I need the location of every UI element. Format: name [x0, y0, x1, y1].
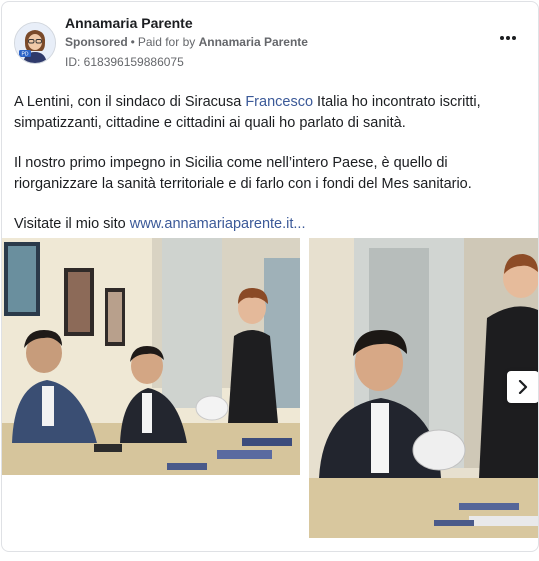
- avatar-image: PD: [15, 23, 55, 63]
- profile-avatar[interactable]: PD: [14, 22, 56, 64]
- mention-link[interactable]: Francesco: [245, 94, 313, 110]
- meeting-photo-1-image: [2, 238, 300, 475]
- meeting-photo-2-image: [309, 238, 538, 538]
- sponsored-line: Sponsored • Paid for by Annamaria Parente: [65, 35, 308, 49]
- website-link[interactable]: www.annamariaparente.it...: [130, 216, 306, 232]
- paragraph-3: Visitate il mio sito www.annamariaparent…: [14, 214, 526, 235]
- meeting-photo-2[interactable]: [309, 238, 538, 538]
- p1-text-start: A Lentini, con il sindaco di Siracusa: [14, 94, 246, 110]
- ad-card: PD Annamaria Parente Sponsored • Paid for …: [1, 1, 539, 552]
- more-horizontal-icon: [500, 36, 516, 40]
- paragraph-1: A Lentini, con il sindaco di Siracusa Fr…: [14, 92, 526, 134]
- meeting-photo-1[interactable]: [2, 238, 300, 475]
- chevron-right-icon: [518, 380, 528, 394]
- separator-dot: •: [130, 35, 135, 49]
- advertiser-name[interactable]: Annamaria Parente: [199, 35, 308, 49]
- sponsored-label: Sponsored: [65, 35, 128, 49]
- paid-for-label: Paid for by: [137, 35, 196, 49]
- p3-text-start: Visitate il mio sito: [14, 216, 130, 232]
- page-name[interactable]: Annamaria Parente: [65, 15, 193, 31]
- more-options-button[interactable]: [496, 30, 520, 46]
- photo-carousel: [2, 238, 538, 538]
- svg-text:PD: PD: [22, 52, 29, 58]
- paragraph-2: Il nostro primo impegno in Sicilia come …: [14, 155, 472, 192]
- carousel-next-button[interactable]: [507, 371, 538, 403]
- ad-id: ID: 618396159886075: [65, 55, 184, 69]
- post-text: A Lentini, con il sindaco di Siracusa Fr…: [14, 92, 526, 254]
